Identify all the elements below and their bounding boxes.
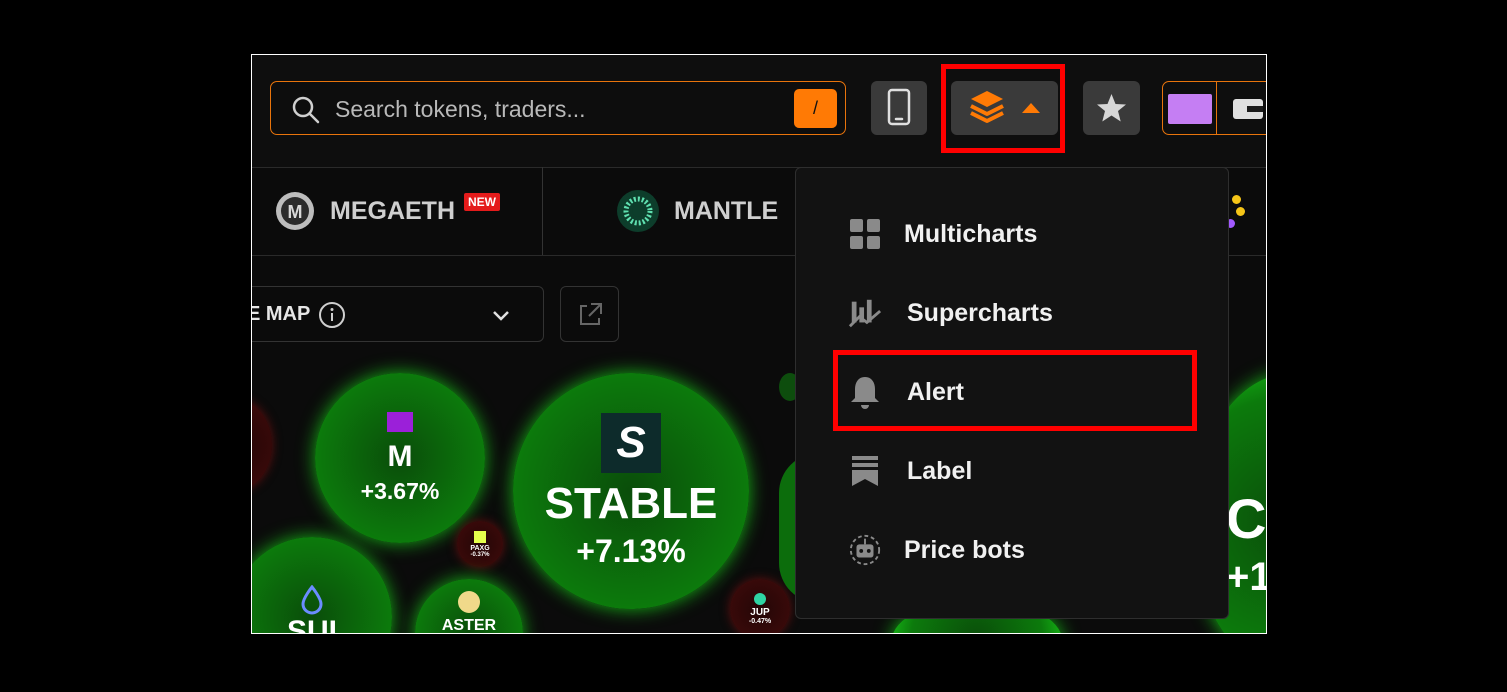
menu-label: Price bots	[904, 535, 1025, 564]
token-symbol: SUI	[286, 615, 337, 633]
search-input[interactable]: Search tokens, traders... /	[270, 81, 846, 135]
app-window: Search tokens, traders... / M MEGAETH MA…	[251, 54, 1267, 634]
menu-label: Label	[907, 456, 973, 485]
favorites-button[interactable]	[1083, 81, 1140, 135]
shortcut-key: /	[794, 89, 837, 128]
bubble-token-small[interactable]: PAXG -0.37%	[457, 521, 503, 567]
mobile-button[interactable]	[871, 81, 927, 135]
bot-icon	[848, 533, 882, 567]
bubble-token[interactable]: ASTER	[415, 579, 523, 633]
stable-logo-icon: S	[601, 412, 661, 473]
search-icon	[292, 96, 320, 124]
map-type-label: E MAP	[252, 303, 311, 325]
more-chains-icon	[1226, 195, 1246, 235]
wallet-icon	[1233, 99, 1263, 119]
mantle-logo-icon	[617, 190, 659, 232]
token-symbol: C	[1226, 487, 1266, 550]
token-symbol: JUP	[750, 607, 770, 618]
sui-logo-icon	[301, 585, 323, 615]
info-icon	[319, 302, 345, 328]
search-placeholder: Search tokens, traders...	[335, 96, 586, 122]
label-icon	[848, 454, 882, 488]
svg-text:M: M	[288, 202, 303, 222]
new-badge: NEW	[464, 193, 500, 211]
star-icon	[1097, 94, 1126, 122]
chart-icon	[848, 296, 882, 330]
bubble-token[interactable]: S STABLE +7.13%	[513, 373, 749, 609]
token-change: -0.37%	[470, 551, 490, 558]
menu-label: Supercharts	[907, 298, 1053, 327]
map-type-select[interactable]: E MAP	[252, 286, 544, 342]
token-symbol: ASTER	[441, 617, 497, 633]
tab-divider	[542, 167, 543, 255]
token-symbol: M	[387, 439, 413, 473]
folder-icon	[1168, 94, 1212, 124]
token-change: +3.67%	[360, 477, 440, 504]
alert-item-highlight	[833, 350, 1197, 431]
token-symbol: STABLE	[544, 478, 718, 528]
menu-item-supercharts[interactable]: Supercharts	[796, 283, 1228, 343]
jup-logo-icon	[754, 593, 766, 605]
menu-item-label[interactable]: Label	[796, 441, 1228, 501]
top-bar: Search tokens, traders... /	[252, 55, 1266, 168]
tab-megaeth[interactable]: M MEGAETH	[274, 189, 455, 233]
menu-label: Multicharts	[904, 219, 1038, 248]
megaeth-logo-icon: M	[276, 192, 314, 230]
open-external-button[interactable]	[560, 286, 619, 342]
bubble-token[interactable]: M +3.67%	[315, 373, 485, 543]
token-change: +7.13%	[576, 532, 686, 569]
token-change: -0.47%	[748, 618, 772, 625]
tab-label: MANTLE	[674, 196, 779, 225]
chevron-down-icon	[493, 311, 509, 321]
bubble-token-partial[interactable]	[252, 400, 272, 490]
group-divider	[1216, 82, 1217, 134]
bubble-token[interactable]: SUI	[252, 537, 392, 633]
wallet-group[interactable]	[1162, 81, 1266, 135]
layers-button-highlight	[941, 64, 1065, 153]
token-icon	[387, 411, 413, 432]
external-link-icon	[580, 303, 602, 325]
menu-item-price-bots[interactable]: Price bots	[796, 520, 1228, 580]
token-icon	[474, 530, 486, 543]
token-symbol: PAXG	[470, 544, 490, 552]
menu-item-multicharts[interactable]: Multicharts	[796, 204, 1228, 264]
aster-logo-icon	[458, 591, 480, 613]
token-change: +14	[1226, 555, 1266, 599]
tab-label: MEGAETH	[330, 196, 455, 225]
mobile-icon	[887, 88, 911, 126]
tab-mantle[interactable]: MANTLE	[616, 189, 778, 233]
grid-icon	[848, 217, 882, 251]
